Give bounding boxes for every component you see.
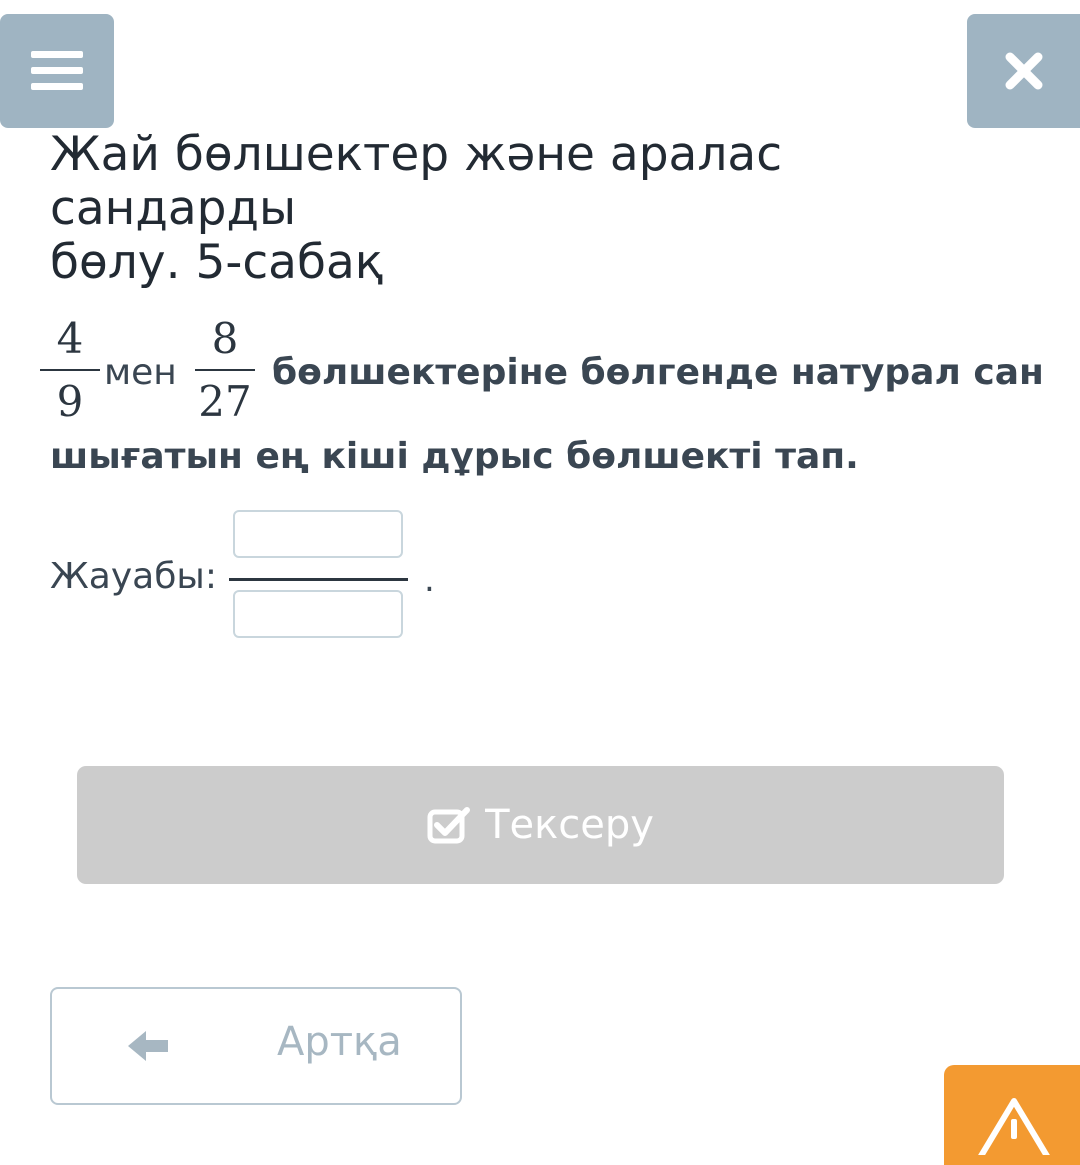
question-fraction-1: 4 9: [40, 314, 100, 427]
fraction-2-denominator: 27: [198, 377, 252, 426]
answer-numerator-input[interactable]: [233, 510, 403, 558]
question-connector: мен: [104, 352, 177, 393]
lesson-title-line2: бөлу. 5-сабақ: [50, 235, 384, 290]
question-text-line2: шығатын ең кіші дұрыс бөлшекті тап.: [50, 436, 859, 477]
check-button[interactable]: Тексеру: [77, 766, 1004, 884]
answer-label: Жауабы:: [50, 556, 217, 597]
fraction-1-bar: [40, 369, 100, 371]
fraction-2-numerator: 8: [211, 314, 239, 363]
answer-fraction-bar: [229, 578, 408, 581]
fraction-2-bar: [195, 369, 255, 371]
report-problem-button[interactable]: [944, 1065, 1080, 1165]
arrow-left-icon: [128, 1031, 168, 1061]
check-button-label: Тексеру: [485, 802, 654, 848]
close-icon: [1005, 52, 1042, 90]
lesson-title-line1: Жай бөлшектер және аралас сандарды: [50, 127, 783, 236]
question-text-line1: бөлшектеріне бөлгенде натурал сан: [272, 352, 1044, 393]
back-button-label: Артқа: [277, 1019, 402, 1065]
checkbox-check-icon: [427, 807, 471, 844]
question-fraction-2: 8 27: [195, 314, 255, 427]
answer-trailing-dot: .: [424, 560, 435, 600]
close-button[interactable]: [967, 14, 1080, 128]
menu-button[interactable]: [0, 14, 114, 128]
back-button[interactable]: Артқа: [50, 987, 462, 1105]
fraction-1-denominator: 9: [56, 377, 84, 426]
fraction-1-numerator: 4: [56, 314, 84, 363]
warning-icon: [978, 1098, 1050, 1155]
answer-denominator-input[interactable]: [233, 590, 403, 638]
hamburger-menu-icon: [31, 51, 83, 90]
lesson-title: Жай бөлшектер және аралас сандарды бөлу.…: [50, 128, 1030, 290]
